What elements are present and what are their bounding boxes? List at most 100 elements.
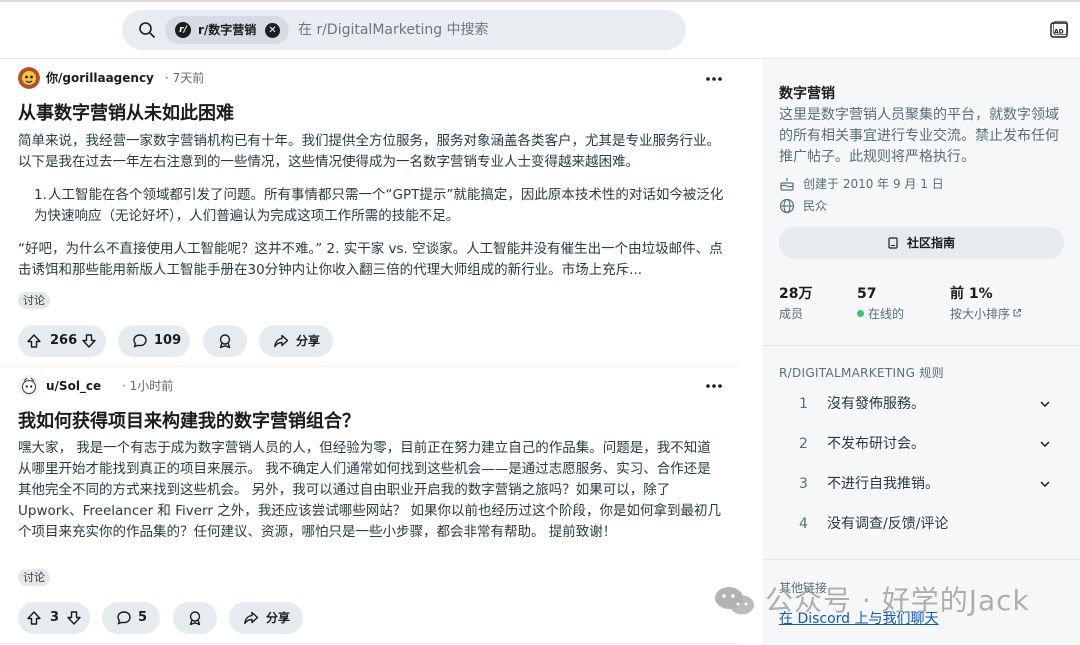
community-guide-button[interactable]: 社区指南 [779, 227, 1064, 259]
rule-item[interactable]: 2 不发布研讨会。 [779, 424, 1064, 464]
book-icon [888, 237, 898, 249]
comment-icon [117, 611, 131, 625]
comments-button[interactable]: 109 [118, 325, 190, 357]
award-icon [189, 611, 201, 626]
more-options-icon[interactable] [704, 71, 724, 87]
rule-number: 4 [799, 516, 808, 532]
subreddit-filter-chip[interactable]: r/ r/数字营销 ✕ [165, 16, 289, 44]
stat-label: 成员 [779, 307, 804, 321]
post-card[interactable]: 你/gorillaagency · 7天前 从事数字营销从未如此困难 简单来说，… [0, 59, 738, 366]
cake-icon [780, 178, 794, 191]
remove-filter-icon[interactable]: ✕ [265, 23, 280, 38]
community-guide-label: 社区指南 [907, 236, 956, 250]
vote-control: 266 [18, 325, 106, 357]
list-item-text: 人工智能在各个领域都引发了问题。所有事情都只需一个“GPT提示”就能搞定，因此原… [34, 187, 724, 224]
share-icon [274, 334, 289, 348]
sidebar-divider [763, 345, 1080, 346]
share-button[interactable]: 分享 [229, 602, 303, 634]
stat-value: 57 [857, 286, 877, 302]
subreddit-chip-label: r/数字营销 [198, 23, 257, 37]
avatar[interactable] [18, 375, 40, 397]
post-title[interactable]: 从事数字营销从未如此困难 [18, 99, 234, 125]
advertise-icon[interactable]: AD [1049, 20, 1069, 40]
search-input[interactable]: 在 r/DigitalMarketing 中搜索 [298, 10, 489, 50]
share-label: 分享 [296, 334, 321, 348]
downvote-icon[interactable] [66, 610, 82, 626]
post-author[interactable]: u/Sol_ce [46, 375, 101, 397]
comment-count: 109 [154, 333, 182, 348]
top-border [0, 0, 1080, 2]
post-meta: u/Sol_ce · 1小时前 [18, 375, 318, 397]
post-time: · 1小时前 [122, 379, 174, 393]
visibility-text: 民众 [803, 199, 828, 213]
vote-control: 3 [18, 602, 90, 634]
share-icon [244, 611, 259, 625]
community-title: 数字营销 [779, 86, 835, 102]
stat-online: 57 在线的 [857, 285, 904, 323]
award-button[interactable] [173, 602, 217, 634]
community-description: 这里是数字营销人员聚集的平台，就数字领域的所有相关事宜进行专业交流。禁止发布任何… [779, 107, 1059, 165]
subreddit-icon: r/ [175, 22, 191, 38]
upvote-icon[interactable] [26, 333, 42, 349]
rule-text: 沒有發佈服務。 [827, 396, 925, 412]
globe-icon [779, 198, 795, 214]
stat-rank[interactable]: 前 1% 按大小排序 [950, 285, 1022, 323]
search-icon [139, 22, 155, 38]
rule-text: 不发布研讨会。 [827, 436, 925, 452]
more-options-icon[interactable] [704, 378, 724, 394]
post-divider [0, 643, 738, 644]
wechat-icon [715, 587, 754, 615]
rule-text: 没有调查/反馈/评论 [827, 516, 949, 532]
online-dot-icon [857, 310, 864, 317]
downvote-icon[interactable] [81, 333, 97, 349]
post-body: 简单来说，我经营一家数字营销机构已有十年。我们提供全方位服务，服务对象涵盖各类客… [18, 131, 724, 281]
post-body: 嘿大家， 我是一个有志于成为数字营销人员的人，但经验为零，目前正在努力建立自己的… [18, 438, 724, 543]
chevron-down-icon[interactable] [1039, 438, 1051, 450]
comment-icon [133, 334, 147, 348]
stat-label-wrap: 按大小排序 [950, 305, 1022, 323]
vote-count: 266 [50, 333, 78, 348]
post-paragraph: 嘿大家， 我是一个有志于成为数字营销人员的人，但经验为零，目前正在努力建立自己的… [18, 440, 721, 540]
stat-value: 前 1% [950, 286, 993, 302]
created-date: 创建于 2010 年 9 月 1 日 [779, 175, 979, 193]
award-icon [219, 334, 231, 349]
share-button[interactable]: 分享 [259, 325, 333, 357]
rule-item[interactable]: 3 不进行自我推销。 [779, 464, 1064, 504]
stat-label: 按大小排序 [950, 307, 1011, 321]
chevron-down-icon[interactable] [1039, 478, 1051, 490]
external-link-icon [1013, 309, 1022, 317]
post-actions: 266 109 分享 [18, 325, 358, 357]
created-date-text: 创建于 2010 年 9 月 1 日 [803, 177, 944, 191]
rule-number: 1 [799, 396, 808, 412]
rule-number: 2 [799, 436, 808, 452]
flair-tag[interactable]: 讨论 [18, 292, 50, 309]
comments-button[interactable]: 5 [102, 602, 160, 634]
search-bar[interactable]: r/ r/数字营销 ✕ 在 r/DigitalMarketing 中搜索 [122, 10, 686, 50]
rule-text: 不进行自我推销。 [827, 476, 939, 492]
stat-label: 在线的 [868, 307, 905, 321]
stat-value: 28万 [779, 286, 813, 302]
watermark-text: 公众号 · 好学的Jack [765, 584, 1030, 617]
award-button[interactable] [203, 325, 247, 357]
flair-tag[interactable]: 讨论 [18, 569, 50, 586]
chevron-down-icon[interactable] [1039, 398, 1051, 410]
sidebar-divider [763, 559, 1080, 560]
visibility: 民众 [779, 197, 979, 215]
rule-item[interactable]: 4 没有调查/反馈/评论 [779, 504, 1064, 544]
post-author[interactable]: 你/gorillaagency [46, 67, 154, 89]
rule-number: 3 [799, 476, 808, 492]
post-time: · 7天前 [165, 71, 205, 85]
share-label: 分享 [266, 611, 291, 625]
top-header: r/ r/数字营销 ✕ 在 r/DigitalMarketing 中搜索 AD [0, 0, 1080, 59]
list-item: 1.人工智能在各个领域都引发了问题。所有事情都只需一个“GPT提示”就能搞定，因… [18, 185, 724, 227]
avatar[interactable] [18, 67, 40, 89]
rule-item[interactable]: 1 沒有發佈服務。 [779, 384, 1064, 424]
upvote-icon[interactable] [26, 610, 42, 626]
stat-label-wrap: 在线的 [857, 305, 904, 323]
post-title[interactable]: 我如何获得项目来构建我的数字营销组合？ [18, 407, 360, 433]
post-actions: 3 5 分享 [18, 602, 318, 634]
post-meta: 你/gorillaagency · 7天前 [18, 67, 318, 89]
svg-text:AD: AD [1054, 29, 1064, 36]
community-sidebar: 数字营销 这里是数字营销人员聚集的平台，就数字领域的所有相关事宜进行专业交流。禁… [763, 59, 1080, 645]
post-card[interactable]: u/Sol_ce · 1小时前 我如何获得项目来构建我的数字营销组合？ 嘿大家，… [0, 366, 738, 645]
